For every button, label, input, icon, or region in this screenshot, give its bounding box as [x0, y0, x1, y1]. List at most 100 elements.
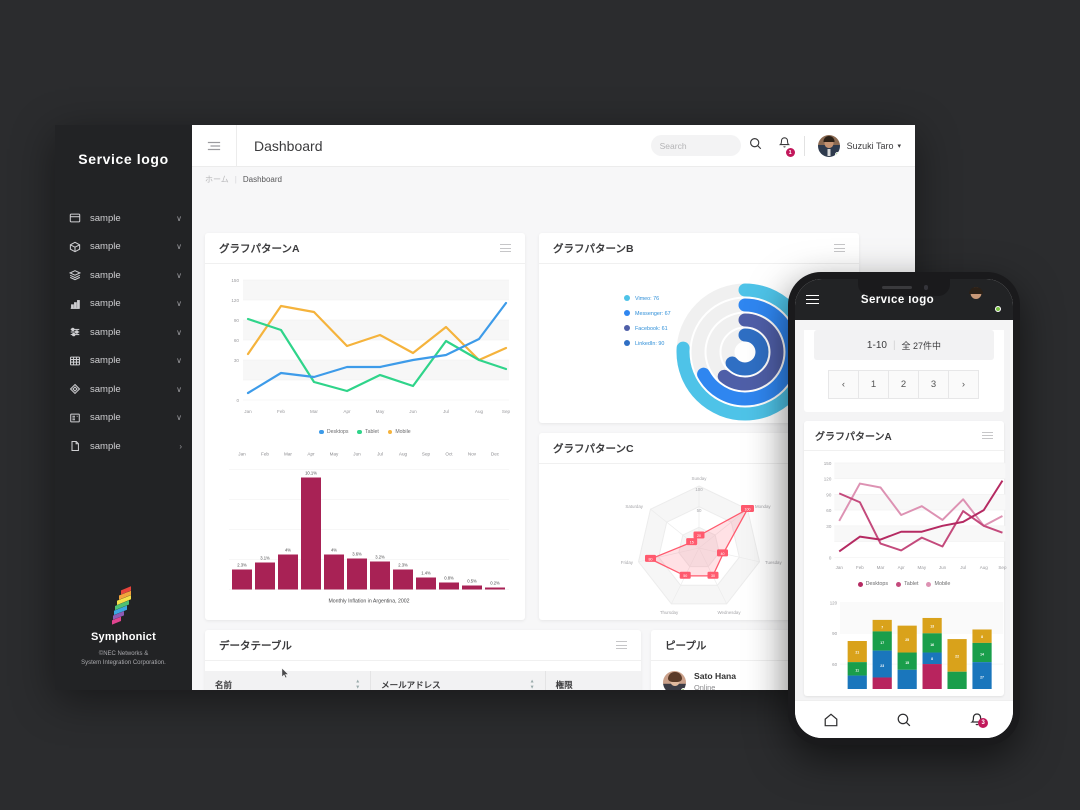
svg-text:120: 120 [830, 601, 838, 606]
column-header-role[interactable]: 権限 [545, 671, 641, 690]
svg-text:May: May [918, 565, 927, 570]
mouse-cursor [281, 667, 290, 679]
svg-text:Mar: Mar [310, 409, 318, 414]
search-placeholder: Search [659, 140, 687, 151]
line-chart-a-legend: Desktops Tablet Mobile [215, 429, 515, 435]
column-header-email[interactable]: メールアドレス ▲ ▼ [370, 671, 546, 691]
hamburger-icon[interactable] [192, 140, 236, 152]
phone-notch [858, 279, 950, 296]
topbar-divider [236, 125, 237, 167]
sidebar-item-1[interactable]: sample ∨ [55, 204, 192, 233]
layers-icon [68, 269, 81, 282]
sidebar-item-2[interactable]: sample ∨ [55, 233, 192, 262]
svg-text:0: 0 [829, 555, 832, 560]
page-1-button[interactable]: 1 [858, 370, 889, 399]
svg-text:Nov: Nov [468, 452, 477, 457]
search-icon [897, 713, 911, 726]
page-2-button[interactable]: 2 [888, 370, 919, 399]
svg-text:4%: 4% [285, 548, 291, 553]
breadcrumb-home[interactable]: ホーム [205, 174, 229, 185]
nav-notifications-button[interactable]: 3 [940, 712, 1013, 728]
card-menu-icon[interactable] [834, 244, 845, 252]
svg-text:Feb: Feb [277, 409, 285, 414]
notification-badge: 1 [785, 148, 795, 157]
nav-search-button[interactable] [868, 712, 941, 728]
svg-text:Apr: Apr [343, 409, 351, 414]
card-menu-icon[interactable] [616, 641, 627, 649]
sidebar-item-5[interactable]: sample ∨ [55, 318, 192, 347]
svg-text:3.2%: 3.2% [375, 555, 385, 560]
search-input[interactable]: Search [650, 135, 741, 156]
legend-tablet: Tablet [896, 581, 918, 587]
sidebar-nav: sample ∨ sample ∨ sample ∨ sample ∨ samp… [55, 204, 192, 461]
svg-text:80: 80 [649, 557, 653, 561]
card-graph-c-title: グラフパターンC [553, 442, 634, 455]
avatar[interactable] [976, 287, 1002, 313]
table-icon [68, 354, 81, 367]
sort-icon[interactable]: ▲ ▼ [530, 679, 535, 691]
svg-text:25: 25 [905, 638, 909, 642]
mobile-stacked-bar-chart: 1209060 21 11 7 17 23 25 15 13 16 8 22 8… [830, 601, 1004, 689]
page-next-button[interactable]: › [948, 370, 979, 399]
legend-desktops: Desktops [857, 581, 888, 587]
svg-text:23: 23 [880, 664, 884, 668]
pager-total: 全 27件中 [901, 340, 942, 351]
topbar-separator [803, 135, 805, 156]
page-prev-button[interactable]: ‹ [828, 370, 859, 399]
svg-text:Aug: Aug [399, 452, 408, 457]
svg-text:40: 40 [721, 552, 725, 556]
svg-text:Aug: Aug [980, 565, 989, 570]
svg-text:Saturday: Saturday [625, 504, 643, 509]
sidebar-item-3[interactable]: sample ∨ [55, 261, 192, 290]
sidebar-item-4[interactable]: sample ∨ [55, 290, 192, 319]
legend-desktops: Desktops [319, 429, 348, 435]
card-menu-icon[interactable] [982, 431, 993, 440]
svg-text:90: 90 [832, 631, 837, 636]
copyright-line-1: ©NEC Networks & [98, 651, 149, 657]
svg-text:Jan: Jan [836, 565, 844, 570]
svg-text:Jun: Jun [409, 409, 417, 414]
sidebar-item-3-label: sample [90, 269, 121, 281]
table-header-row: 名前 ▲ ▼ メールアドレス ▲ ▼ 権限 [205, 671, 641, 690]
svg-text:Mar: Mar [284, 452, 292, 457]
user-menu[interactable]: Suzuki Taro ▾ [817, 134, 915, 157]
svg-text:17: 17 [880, 641, 884, 645]
chevron-down-icon: ∨ [176, 242, 182, 252]
mobile-body: 1-10 | 全 27件中 ‹ 1 2 3 › グラフパターンA 150 120… [795, 320, 1013, 738]
svg-text:11: 11 [855, 669, 859, 673]
svg-text:Vimeo: 76: Vimeo: 76 [635, 296, 659, 302]
svg-text:2.3%: 2.3% [237, 563, 247, 568]
sliders-icon [68, 326, 81, 339]
legend-mobile: Mobile [387, 429, 411, 435]
news-icon [68, 411, 81, 424]
card-graph-b-header: グラフパターンB [539, 233, 859, 264]
sidebar-item-4-label: sample [90, 298, 121, 310]
sidebar-item-9[interactable]: sample › [55, 432, 192, 461]
sidebar-item-6[interactable]: sample ∨ [55, 347, 192, 376]
hamburger-icon[interactable] [806, 292, 819, 307]
file-icon [68, 440, 81, 453]
sidebar-item-8[interactable]: sample ∨ [55, 404, 192, 433]
svg-text:150: 150 [824, 461, 832, 466]
card-graph-b-title: グラフパターンB [553, 242, 634, 255]
page-3-button[interactable]: 3 [918, 370, 949, 399]
line-chart-a: 150 120 90 60 30 0 Jan Feb Mar Apr May Jun Jul A… [231, 278, 510, 414]
card-menu-icon[interactable] [500, 244, 511, 252]
card-data-table-title: データテーブル [219, 639, 292, 652]
svg-text:Feb: Feb [856, 565, 864, 570]
sort-icon[interactable]: ▲ ▼ [355, 679, 360, 691]
svg-text:120: 120 [231, 298, 239, 303]
nav-home-button[interactable] [795, 712, 868, 728]
svg-text:22: 22 [955, 654, 959, 658]
search-icon[interactable] [749, 137, 762, 155]
sidebar-item-7[interactable]: sample ∨ [55, 375, 192, 404]
svg-text:15: 15 [690, 541, 694, 545]
card-data-table-header: データテーブル [205, 630, 641, 661]
mobile-line-chart-a: 150 120 90 60 30 0 Jan Feb Mar Apr May Jun Jul Au… [824, 461, 1007, 570]
notifications-button[interactable]: 1 [778, 136, 795, 157]
breadcrumb: ホーム | Dashboard [192, 167, 915, 191]
svg-text:16: 16 [930, 643, 934, 647]
symphonict-logo-icon [107, 586, 141, 626]
data-table: 名前▲▼ メールアドレス▲▼ 権限 山田タロウ aaaaa@bbbbbb.ccc… [205, 671, 641, 690]
desktop-app-window: Service logo sample ∨ sample ∨ sample ∨ [55, 125, 915, 690]
